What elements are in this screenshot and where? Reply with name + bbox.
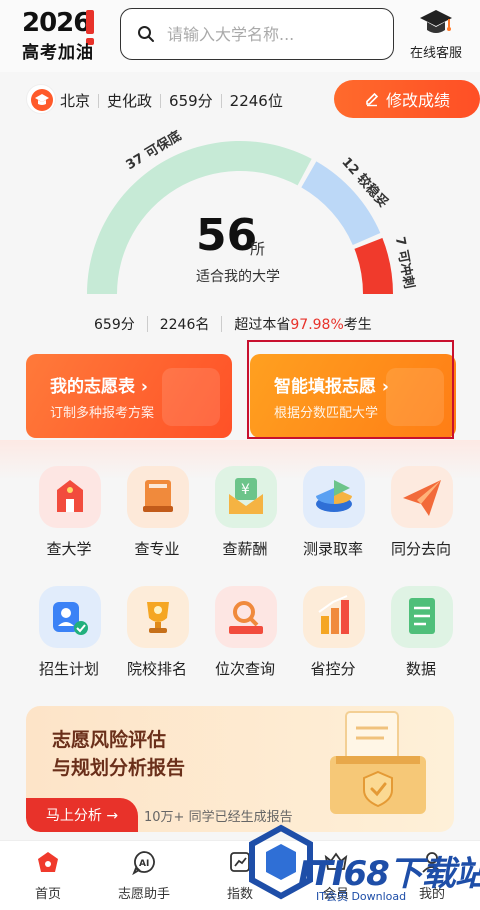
score-info-row: 北京 史化政 659分 2246位 修改成绩 xyxy=(26,80,480,118)
search-box[interactable] xyxy=(120,8,394,60)
feature-bar-chart[interactable]: 省控分 xyxy=(298,586,368,686)
stats-rank: 2246名 xyxy=(159,317,210,333)
tab-label: 志愿助手 xyxy=(117,887,170,902)
graduation-cap-icon xyxy=(420,10,452,33)
magnifier-icon xyxy=(215,586,277,648)
feature-label: 省控分 xyxy=(310,660,356,678)
header: 2026 高考加油 在线客服 xyxy=(0,0,480,72)
home-icon xyxy=(38,852,58,872)
feature-label: 查薪酬 xyxy=(222,540,268,558)
profile-icon xyxy=(422,852,442,873)
bar-chart-icon xyxy=(303,586,365,648)
stats-exceed-prefix: 超过本省 xyxy=(234,317,291,333)
tab-profile[interactable]: 我的 xyxy=(392,849,472,907)
cap-badge-icon xyxy=(26,84,56,114)
stats-score: 659分 xyxy=(94,317,135,333)
subjects: 史化政 xyxy=(107,92,153,110)
card-subtitle: 订制多种报考方案 xyxy=(50,406,155,421)
gauge-count: 56 xyxy=(196,210,258,261)
svg-text:AI: AI xyxy=(139,859,149,869)
tab-assistant[interactable]: AI 志愿助手 xyxy=(104,849,184,907)
paper-plane-icon xyxy=(391,466,453,528)
search-icon xyxy=(138,26,154,42)
school-icon xyxy=(39,466,101,528)
pie-chart-icon xyxy=(303,466,365,528)
score-summary: 北京 史化政 659分 2246位 xyxy=(60,90,283,111)
score: 659分 xyxy=(169,92,213,110)
salary-envelope-icon: ¥ xyxy=(215,466,277,528)
feature-label: 查大学 xyxy=(46,540,92,558)
logo-exclamation xyxy=(86,10,94,45)
risk-report-banner[interactable]: 志愿风险评估 与规划分析报告 马上分析 → 10万+ 同学已经生成报告 xyxy=(26,706,454,832)
tab-label: 首页 xyxy=(34,887,61,902)
search-input[interactable] xyxy=(167,22,377,46)
tab-index[interactable]: 指数 xyxy=(200,849,280,907)
feature-label: 测录取率 xyxy=(302,540,363,558)
feature-label: 数据 xyxy=(405,660,436,678)
stable-segment xyxy=(301,161,381,245)
university-gauge: 37 可保底 12 较稳妥 7 可冲刺 56 所 适合我的大学 xyxy=(0,118,480,318)
banner-title: 志愿风险评估 与规划分析报告 xyxy=(52,729,186,779)
feature-book[interactable]: 查专业 xyxy=(122,466,192,566)
gauge-caption: 适合我的大学 xyxy=(196,269,280,285)
card-title: 我的志愿表 › xyxy=(50,377,148,397)
notebook-icon xyxy=(391,586,453,648)
reach-segment xyxy=(354,237,393,294)
tab-vip[interactable]: 会员 xyxy=(296,849,376,907)
stats-exceed-pct: 97.98% xyxy=(290,317,344,333)
tab-label: 会员 xyxy=(322,887,349,902)
index-icon xyxy=(230,852,250,872)
pencil-icon xyxy=(366,92,379,107)
app-logo: 2026 高考加油 xyxy=(22,8,102,63)
edit-score-label: 修改成绩 xyxy=(385,91,450,110)
banner-note: 10万+ 同学已经生成报告 xyxy=(144,810,293,825)
trophy-icon xyxy=(127,586,189,648)
tab-home[interactable]: 首页 xyxy=(8,849,88,907)
feature-label: 查专业 xyxy=(134,540,180,558)
score-stats: 659分 2246名 超过本省97.98%考生 xyxy=(94,314,414,338)
feature-paper-plane[interactable]: 同分去向 xyxy=(386,466,456,566)
book-icon xyxy=(127,466,189,528)
feature-school[interactable]: 查大学 xyxy=(34,466,104,566)
edit-score-button[interactable]: 修改成绩 xyxy=(334,80,480,118)
province: 北京 xyxy=(60,92,91,110)
online-service-button[interactable]: 在线客服 xyxy=(404,8,468,64)
stats-exceed-suffix: 考生 xyxy=(343,317,372,333)
feature-label: 招生计划 xyxy=(38,660,99,678)
feature-magnifier[interactable]: 位次查询 xyxy=(210,586,280,686)
highlight-box xyxy=(247,340,454,439)
feature-label: 位次查询 xyxy=(214,660,275,678)
feature-notebook[interactable]: 数据 xyxy=(386,586,456,686)
tab-label: 指数 xyxy=(226,887,253,902)
ballot-box-icon xyxy=(330,711,426,814)
reach-segment-label: 7 可冲刺 xyxy=(392,235,418,290)
tab-label: 我的 xyxy=(418,887,445,902)
rank: 2246位 xyxy=(229,92,283,110)
logo-year: 2026 xyxy=(22,8,91,38)
service-label: 在线客服 xyxy=(409,46,462,61)
logo-text: 高考加油 xyxy=(22,43,94,63)
feature-label: 院校排名 xyxy=(126,660,187,678)
feature-pie-chart[interactable]: 测录取率 xyxy=(298,466,368,566)
svg-text:¥: ¥ xyxy=(241,482,250,498)
my-application-card[interactable]: 我的志愿表 › 订制多种报考方案 xyxy=(26,354,232,438)
house-deco-icon xyxy=(162,368,220,426)
vip-icon xyxy=(324,852,348,870)
feature-trophy[interactable]: 院校排名 xyxy=(122,586,192,686)
feature-salary-envelope[interactable]: ¥ 查薪酬 xyxy=(210,466,280,566)
gauge-unit: 所 xyxy=(250,240,266,258)
bottom-tab-bar: 首页 AI 志愿助手 指数 会员 我的 xyxy=(0,840,480,910)
ai-assistant-icon: AI xyxy=(132,851,155,875)
feature-user-check[interactable]: 招生计划 xyxy=(34,586,104,686)
user-check-icon xyxy=(39,586,101,648)
analyze-now-button[interactable]: 马上分析 → xyxy=(26,798,138,832)
feature-label: 同分去向 xyxy=(390,540,451,558)
